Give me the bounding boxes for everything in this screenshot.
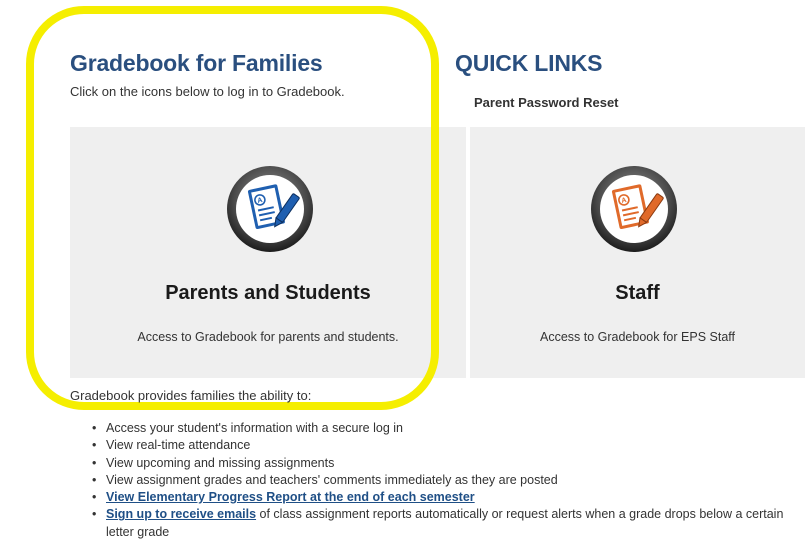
staff-card[interactable]: A Staff Access to Gradebook for EPS Staf… [470, 127, 805, 378]
quick-links-title: QUICK LINKS [455, 50, 603, 76]
progress-report-link[interactable]: View Elementary Progress Report at the e… [106, 490, 475, 504]
feature-text: Access your student's information with a… [106, 421, 403, 435]
list-item: Access your student's information with a… [92, 420, 802, 438]
features-list: Access your student's information with a… [92, 420, 802, 541]
parents-students-card[interactable]: A Parents and Students Access to Gradebo… [70, 127, 466, 378]
gradebook-subtitle: Click on the icons below to log in to Gr… [70, 84, 345, 99]
list-item: View assignment grades and teachers' com… [92, 472, 802, 490]
list-item: View Elementary Progress Report at the e… [92, 489, 802, 507]
gradebook-orange-icon[interactable]: A [589, 164, 679, 254]
staff-description: Access to Gradebook for EPS Staff [539, 330, 735, 344]
parents-students-title[interactable]: Parents and Students [70, 282, 466, 305]
email-signup-link[interactable]: Sign up to receive emails [106, 507, 256, 521]
feature-text: View real-time attendance [106, 438, 251, 453]
gradebook-title: Gradebook for Families [70, 50, 323, 76]
gradebook-blue-icon[interactable]: A [225, 164, 315, 254]
parent-password-reset-link[interactable]: Parent Password Reset [474, 95, 619, 110]
list-item: Sign up to receive emails of class assig… [92, 506, 802, 541]
parents-students-description: Access to Gradebook for parents and stud… [137, 330, 399, 344]
feature-text: View upcoming and missing assignments [106, 455, 335, 470]
list-item: View upcoming and missing assignments [92, 455, 802, 473]
staff-title[interactable]: Staff [470, 282, 805, 305]
feature-text: View assignment grades and teachers' com… [106, 472, 558, 487]
list-item: View real-time attendance [92, 437, 802, 455]
features-intro: Gradebook provides families the ability … [70, 388, 312, 403]
